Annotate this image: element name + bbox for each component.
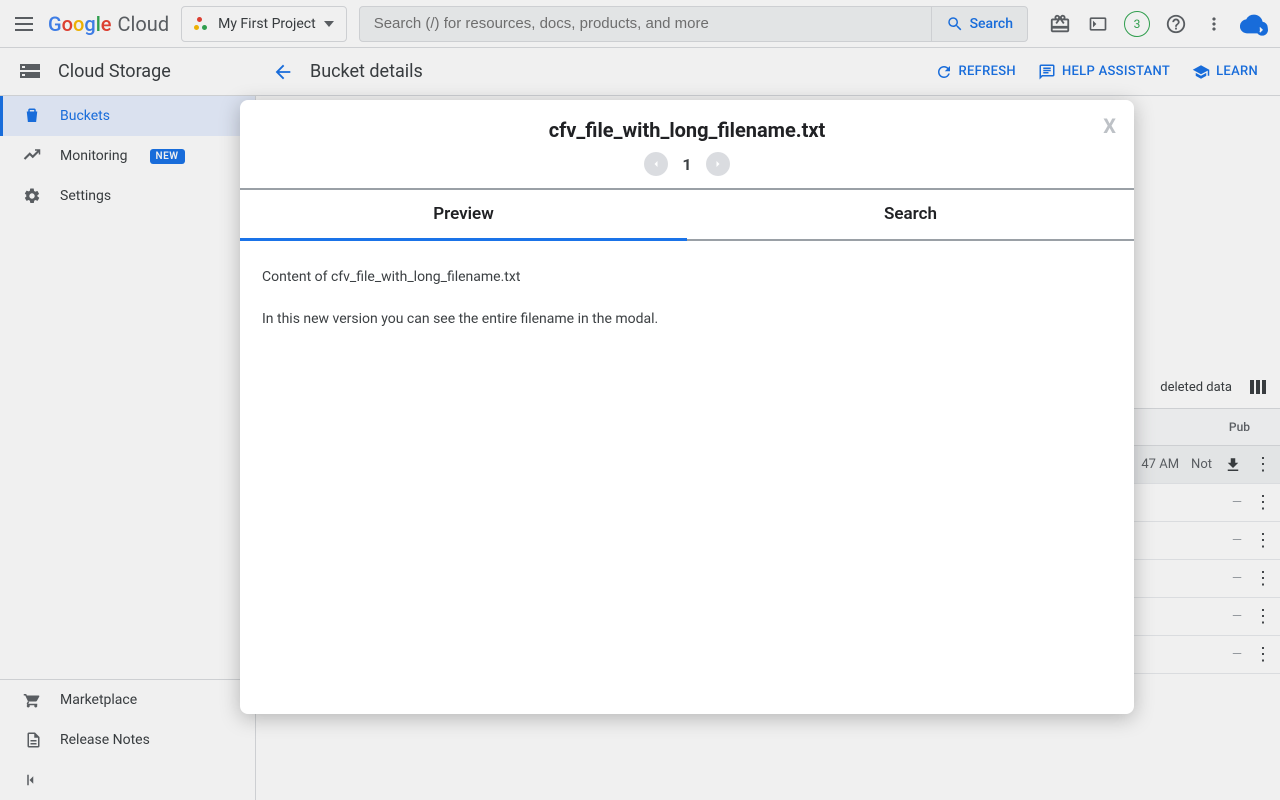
pager-next-icon[interactable]	[706, 152, 730, 176]
pager-prev-icon[interactable]	[644, 152, 668, 176]
file-content: Content of cfv_file_with_long_filename.t…	[240, 241, 1134, 714]
tab-preview[interactable]: Preview	[240, 190, 687, 241]
tab-search[interactable]: Search	[687, 190, 1134, 239]
close-icon[interactable]: X	[1103, 114, 1116, 138]
modal-title: cfv_file_with_long_filename.txt	[288, 118, 1086, 142]
file-preview-modal: cfv_file_with_long_filename.txt X 1 Prev…	[240, 100, 1134, 714]
pager-page: 1	[682, 155, 691, 174]
pager: 1	[240, 146, 1134, 188]
